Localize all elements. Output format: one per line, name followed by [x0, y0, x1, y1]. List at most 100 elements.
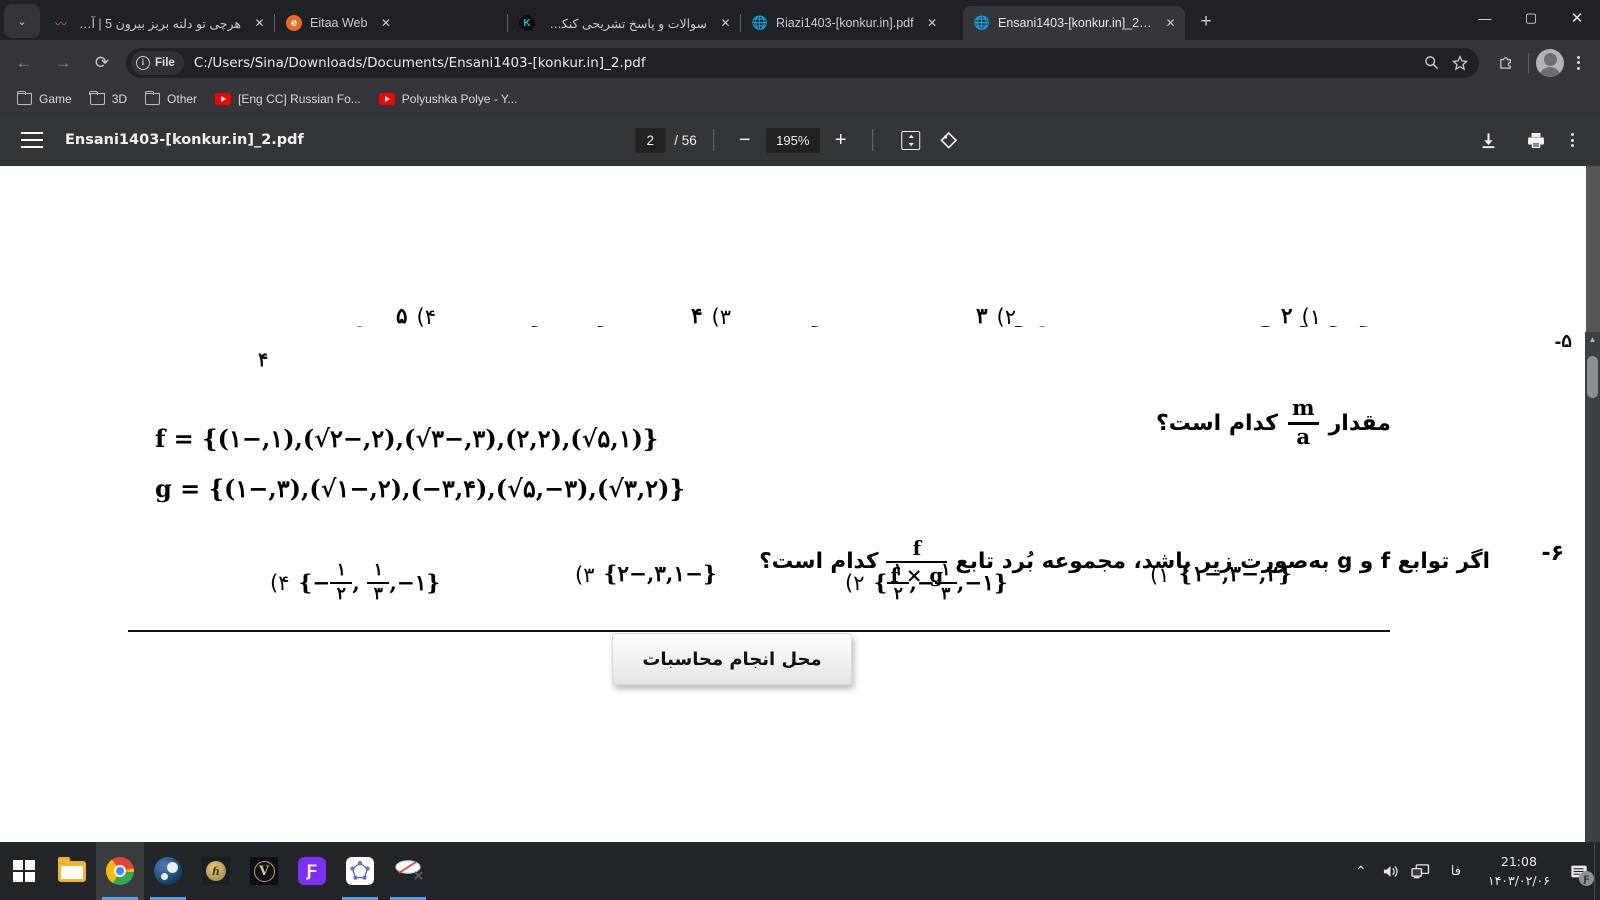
option-number: ٢)	[845, 571, 865, 596]
star-icon[interactable]	[1447, 50, 1473, 76]
question6-option[interactable]: {− ١٢ , ١٣ ,−١} ۴)	[270, 560, 441, 605]
cut-off-fraction-denominator: ۴	[258, 349, 269, 371]
magnifier-icon[interactable]	[1418, 50, 1444, 76]
option-number: ۴)	[416, 304, 436, 329]
scroll-up-arrow-icon[interactable]: ▲	[1585, 332, 1600, 347]
browser-tab-title: هرچی تو دلته بریز بیرون 5 | آلاخون	[77, 16, 241, 31]
scrollbar-thumb[interactable]	[1587, 356, 1598, 398]
tab-search-chevron-down-icon[interactable]: ⌄	[4, 4, 40, 38]
clock[interactable]: 21:08 ١۴٠٣/٠٢/٠۶	[1476, 842, 1562, 900]
konkur-icon: K	[519, 15, 535, 31]
omnibox-actions	[1418, 50, 1473, 76]
question5-option[interactable]: ١) ٢	[1281, 304, 1321, 329]
taskbar-geogebra[interactable]	[336, 842, 384, 900]
print-icon[interactable]	[1520, 124, 1552, 156]
zoom-out-button[interactable]: −	[730, 125, 760, 155]
close-icon[interactable]: ✕	[251, 15, 268, 32]
browser-tab-title: Eitaa Web	[310, 16, 368, 30]
hamburger-icon[interactable]	[21, 132, 43, 148]
taskbar-v-app[interactable]: V	[240, 842, 288, 900]
question6-option[interactable]: {−٣,١,−٢} ٣)	[575, 562, 717, 587]
site-info-chip[interactable]: i File	[131, 50, 184, 75]
chevron-up-icon[interactable]: ⌃	[1346, 842, 1376, 900]
browser-tab[interactable]: 〰 هرچی تو دلته بریز بیرون 5 | آلاخون ✕	[42, 6, 274, 40]
question6-option[interactable]: { ١٢ ,− ١٣ ,−١} ٢)	[845, 560, 1008, 605]
minimize-button[interactable]: ―	[1462, 0, 1508, 36]
taskbar-coin-app[interactable]: ɦ	[192, 842, 240, 900]
option-number: ١)	[1150, 562, 1170, 587]
pdf-viewport[interactable]: نمودار دو تابع خطی g(x) = ax + n و f(x) …	[0, 166, 1600, 842]
taskbar-google-chrome[interactable]	[96, 842, 144, 900]
question6-option[interactable]: {٢,−٣,−١} ١)	[1150, 562, 1292, 587]
close-icon[interactable]: ✕	[1162, 15, 1179, 32]
browser-tab[interactable]: e Eitaa Web ✕	[275, 6, 507, 40]
cut-off-text-line: نمودار دو تابع خطی g(x) = ax + n و f(x) …	[130, 326, 1395, 348]
download-icon[interactable]	[1472, 124, 1504, 156]
vertical-scrollbar[interactable]: ▲ ▼	[1585, 332, 1600, 842]
page-number-input[interactable]: 2	[635, 127, 666, 153]
browser-tab[interactable]: K سوالات و پاسخ تشریحی کنکور انس ✕	[508, 6, 740, 40]
folder-icon	[58, 856, 86, 882]
bookmark-folder[interactable]: 3D	[81, 87, 136, 111]
option-number: ٣)	[575, 562, 595, 587]
taskbar-snipping-tool[interactable]	[384, 842, 432, 900]
option-value: { ١٢ ,− ١٣ ,−١}	[873, 560, 1008, 605]
fraction-numerator: m	[1292, 396, 1315, 421]
kebab-icon[interactable]	[1558, 126, 1586, 154]
fit-to-page-icon[interactable]	[895, 124, 927, 156]
close-icon[interactable]: ✕	[924, 15, 941, 32]
horizontal-rule	[128, 630, 1390, 632]
geogebra-icon	[346, 857, 374, 885]
windows-logo-icon	[13, 860, 35, 882]
close-icon[interactable]: ✕	[377, 15, 394, 32]
monitor-icon[interactable]	[1406, 842, 1436, 900]
taskbar-file-explorer[interactable]	[48, 842, 96, 900]
puzzle-icon[interactable]	[1491, 48, 1521, 78]
option-value: {− ١٢ , ١٣ ,−١}	[298, 560, 441, 605]
screen: ⌄ 〰 هرچی تو دلته بریز بیرون 5 | آلاخون ✕…	[0, 0, 1600, 900]
forward-icon[interactable]: →	[48, 48, 78, 78]
speaker-icon[interactable]	[1376, 842, 1406, 900]
browser-tab-title: Ensani1403-[konkur.in]_2.pdf	[998, 16, 1152, 30]
close-icon[interactable]: ✕	[717, 15, 734, 32]
question5-option[interactable]: ٢) ٣	[976, 304, 1016, 329]
new-tab-button[interactable]: +	[1191, 7, 1221, 37]
zoom-in-button[interactable]: +	[826, 125, 856, 155]
avatar[interactable]	[1536, 48, 1564, 77]
folder-icon	[89, 90, 106, 105]
zoom-level-label[interactable]: 195%	[765, 127, 820, 153]
bookmark-link[interactable]: [Eng CC] Russian Fo...	[206, 87, 370, 111]
bookmark-link[interactable]: Polyushka Polye - Y...	[370, 87, 527, 111]
browser-tab-active[interactable]: 🌐 Ensani1403-[konkur.in]_2.pdf ✕	[963, 6, 1185, 40]
taskbar-steam[interactable]	[144, 842, 192, 900]
close-window-button[interactable]: ✕	[1554, 0, 1600, 36]
scissors-icon	[393, 858, 423, 884]
start-button[interactable]	[0, 842, 48, 900]
youtube-icon	[378, 93, 395, 105]
rotate-icon[interactable]	[933, 124, 965, 156]
kebab-icon[interactable]	[1564, 49, 1592, 77]
bookmark-folder[interactable]: Game	[8, 87, 81, 111]
language-indicator[interactable]: فا	[1436, 842, 1476, 900]
windows-taskbar: ɦ V Ƒ ⌃ فا 21:08 ١۴٠٣/٠٢/٠۶ Ƒ	[0, 842, 1600, 900]
browser-tab-strip: ⌄ 〰 هرچی تو دلته بریز بیرون 5 | آلاخون ✕…	[0, 0, 1600, 40]
maximize-button[interactable]: ▢	[1508, 0, 1554, 36]
steam-icon	[154, 857, 182, 885]
address-bar[interactable]: i File C:/Users/Sina/Downloads/Documents…	[126, 47, 1479, 78]
eitaa-icon: e	[286, 15, 302, 31]
taskbar-fastone-app[interactable]: Ƒ	[288, 842, 336, 900]
coin-icon: ɦ	[202, 857, 230, 885]
option-value: {٢,−٣,−١}	[1178, 562, 1292, 587]
question5-option[interactable]: ۴) ۵	[396, 304, 436, 329]
option-number: ٢)	[996, 304, 1016, 329]
show-desktop-button[interactable]	[1594, 842, 1600, 900]
option-value: ۵	[395, 304, 408, 329]
bookmark-folder[interactable]: Other	[136, 87, 206, 111]
divider	[712, 129, 714, 151]
browser-tab[interactable]: 🌐 Riazi1403-[konkur.in].pdf ✕	[741, 6, 963, 40]
back-icon[interactable]: ←	[9, 48, 39, 78]
question5-option[interactable]: ٣) ۴	[691, 304, 731, 329]
reload-icon[interactable]: ⟳	[87, 48, 117, 78]
action-center-button[interactable]: Ƒ	[1562, 842, 1596, 900]
clock-time: 21:08	[1500, 853, 1537, 869]
